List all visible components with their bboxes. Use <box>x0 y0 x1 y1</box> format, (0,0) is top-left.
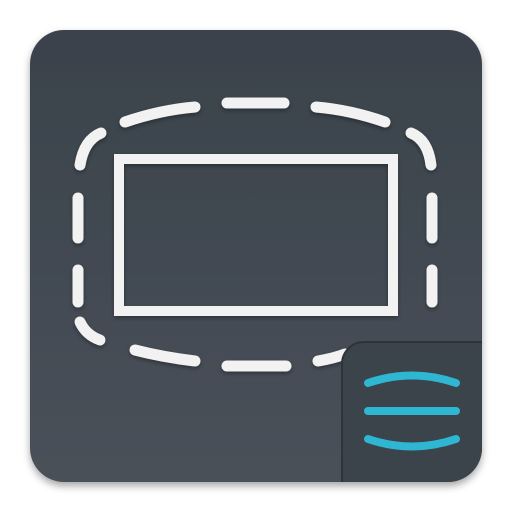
app-icon-svg <box>30 30 482 482</box>
badge <box>341 341 482 482</box>
app-icon <box>0 0 512 512</box>
